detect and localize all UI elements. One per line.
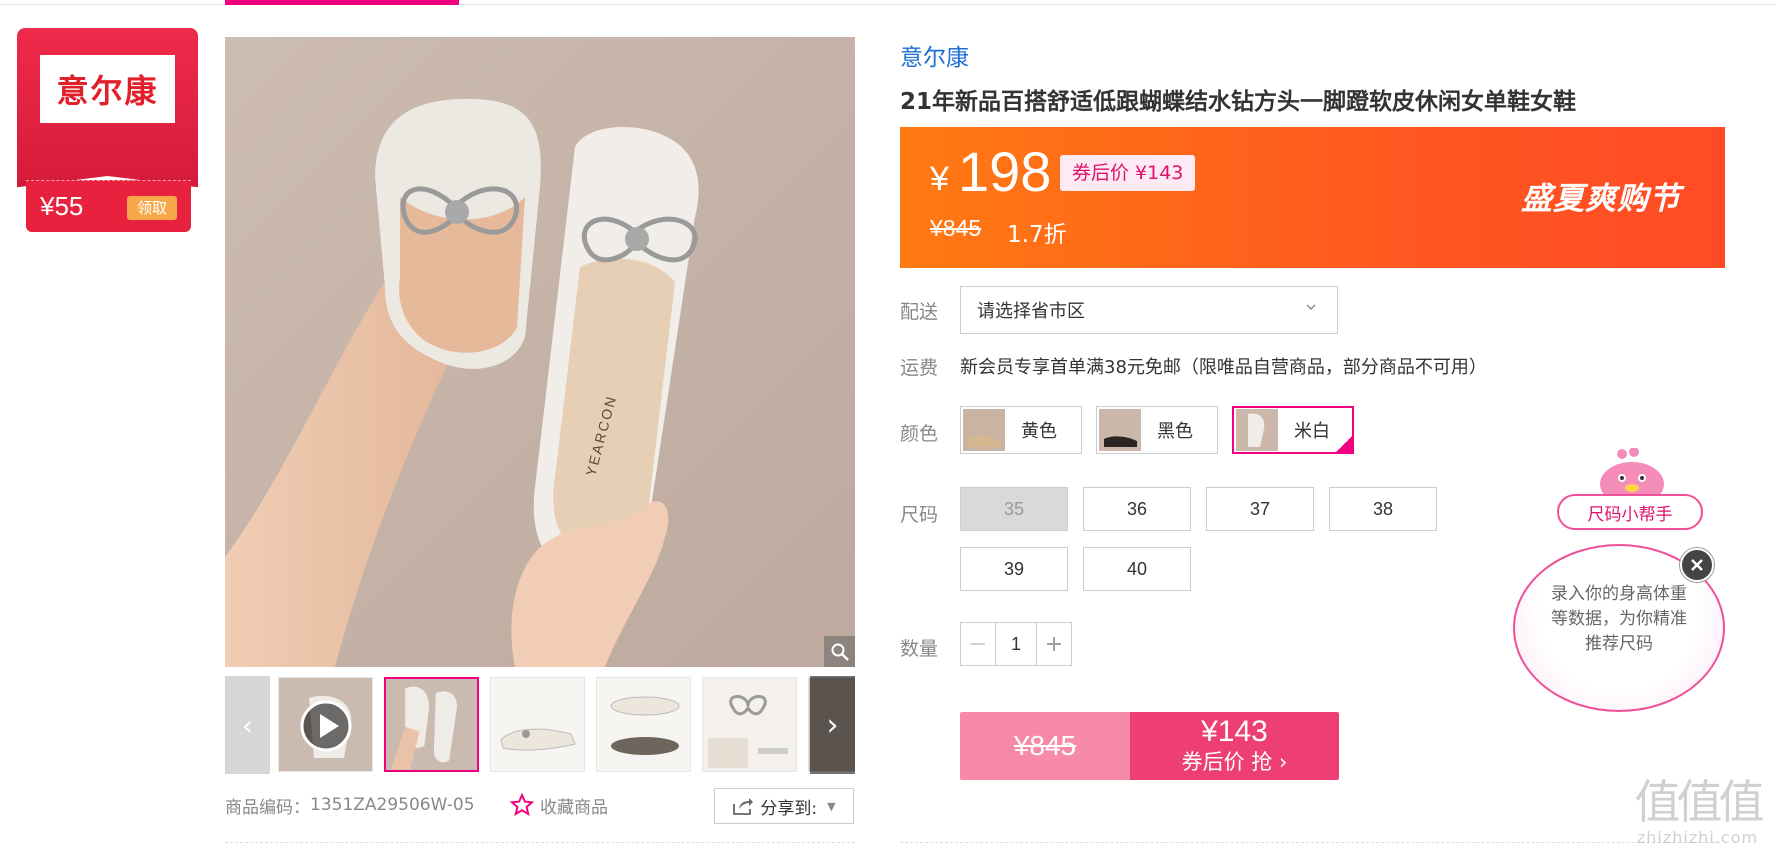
- quantity-minus-button[interactable]: −: [961, 623, 995, 665]
- region-select-value: 请选择省市区: [977, 301, 1085, 322]
- product-page: 意尔康 ¥55 领取 YEARCON ‹ › 商品编码： 1351ZA29506…: [0, 0, 1775, 863]
- original-price: ¥845: [930, 215, 982, 241]
- active-tab-indicator: [225, 0, 459, 5]
- shipping-label: 运费: [900, 357, 939, 379]
- delivery-label: 配送: [900, 301, 939, 323]
- coupon-value: ¥55: [40, 191, 84, 221]
- color-label: 颜色: [900, 423, 939, 445]
- right-bottom-divider: [900, 842, 1720, 843]
- thumbnail-top-bottom[interactable]: [596, 677, 691, 772]
- close-glyph: [1691, 559, 1703, 571]
- thumbnail-side-shoe-image: [491, 678, 584, 771]
- color-swatch-offwhite: [1236, 409, 1278, 451]
- size-option-37[interactable]: 37: [1206, 487, 1314, 531]
- brand-logo[interactable]: 意尔康: [40, 55, 175, 123]
- site-watermark: 值值值 zhizhizhi.com: [1625, 776, 1770, 856]
- magnifier-glyph: [831, 643, 849, 661]
- buy-with-coupon-button[interactable]: ¥845 ¥143 券后价 抢 ›: [960, 712, 1339, 780]
- star-icon: [510, 793, 534, 817]
- thumbnail-bow-detail-image: [703, 678, 796, 771]
- color-swatch-yellow: [963, 409, 1005, 451]
- brand-logo-text: 意尔康: [56, 72, 159, 110]
- watermark-logo: 值值值: [1634, 775, 1765, 829]
- quantity-plus-button[interactable]: +: [1037, 623, 1071, 665]
- buy-original-price: ¥845: [960, 712, 1130, 780]
- size-helper-button[interactable]: 尺码小帮手: [1557, 494, 1703, 530]
- share-dropdown[interactable]: 分享到: ▼: [714, 788, 854, 824]
- size-option-36[interactable]: 36: [1083, 487, 1191, 531]
- size-label: 尺码: [900, 504, 939, 526]
- color-option-black[interactable]: 黑色: [1096, 406, 1218, 454]
- buy-coupon-label: 券后价 抢 ›: [1181, 750, 1288, 774]
- size-option-39[interactable]: 39: [960, 547, 1068, 591]
- swatch-yellow-image: [963, 409, 1005, 451]
- left-bottom-divider: [225, 842, 855, 843]
- color-option-offwhite[interactable]: 米白: [1232, 406, 1354, 454]
- size-option-40[interactable]: 40: [1083, 547, 1191, 591]
- product-code-row: 商品编码： 1351ZA29506W-05: [225, 790, 475, 820]
- share-label: 分享到:: [760, 798, 818, 819]
- currency-symbol: ¥: [930, 160, 949, 198]
- region-select[interactable]: 请选择省市区: [960, 286, 1338, 334]
- brand-link[interactable]: 意尔康: [900, 38, 969, 72]
- quantity-stepper: − 1 +: [960, 622, 1072, 666]
- product-photo: YEARCON: [225, 37, 855, 667]
- size-option-35: 35: [960, 487, 1068, 531]
- product-code-value: 1351ZA29506W-05: [310, 795, 475, 815]
- favorite-label: 收藏商品: [540, 797, 608, 818]
- buy-coupon-section: ¥143 券后价 抢 ›: [1130, 712, 1339, 780]
- product-code-label: 商品编码：: [225, 797, 310, 818]
- buy-coupon-price: ¥143: [1201, 715, 1268, 748]
- thumbnail-video-image: [279, 678, 372, 771]
- zoom-icon[interactable]: [824, 636, 855, 667]
- quantity-value[interactable]: 1: [995, 623, 1037, 665]
- color-option-label: 黄色: [1021, 421, 1057, 442]
- thumbnail-video[interactable]: [278, 677, 373, 772]
- share-icon: [733, 798, 754, 815]
- swatch-black-image: [1099, 409, 1141, 451]
- color-option-label: 米白: [1294, 421, 1330, 442]
- size-helper-close-icon[interactable]: [1680, 548, 1714, 582]
- favorite-button[interactable]: 收藏商品: [510, 790, 608, 820]
- promo-name: 盛夏爽购节: [1521, 181, 1681, 217]
- thumbnail-prev-button[interactable]: ‹: [225, 676, 270, 774]
- brand-coupon[interactable]: ¥55 领取: [26, 180, 191, 232]
- price-banner: ¥ 198 券后价 ¥143 ¥845 1.7折 盛夏爽购节: [900, 127, 1725, 268]
- color-swatch-black: [1099, 409, 1141, 451]
- watermark-url: zhizhizhi.com: [1636, 828, 1759, 847]
- selected-check-icon: [1335, 435, 1353, 453]
- color-option-label: 黑色: [1157, 421, 1193, 442]
- shipping-text: 新会员专享首单满38元免邮（限唯品自营商品，部分商品不可用）: [960, 357, 1487, 378]
- claim-coupon-button[interactable]: 领取: [127, 196, 177, 220]
- color-option-yellow[interactable]: 黄色: [960, 406, 1082, 454]
- thumbnail-bow-detail[interactable]: [702, 677, 797, 772]
- after-coupon-tag: 券后价 ¥143: [1060, 155, 1196, 191]
- thumbnail-bow-shoes[interactable]: [384, 677, 479, 772]
- swatch-offwhite-image: [1236, 409, 1278, 451]
- size-helper-text: 录入你的身高体重等数据，为你精准推荐尺码: [1551, 584, 1687, 654]
- brand-badge: 意尔康: [17, 28, 198, 176]
- chevron-down-icon: [1306, 304, 1316, 311]
- thumbnail-bow-shoes-image: [386, 679, 477, 770]
- discount-rate: 1.7折: [1007, 222, 1067, 248]
- thumbnail-side-shoe[interactable]: [490, 677, 585, 772]
- product-title: 21年新品百搭舒适低跟蝴蝶结水钻方头一脚蹬软皮休闲女单鞋女鞋: [900, 89, 1577, 115]
- current-price: 198: [958, 140, 1052, 203]
- thumbnail-next-button[interactable]: ›: [810, 676, 855, 774]
- main-product-image[interactable]: YEARCON: [225, 37, 855, 667]
- caret-down-icon: ▼: [827, 799, 836, 813]
- thumbnail-top-bottom-image: [597, 678, 690, 771]
- quantity-label: 数量: [900, 638, 939, 660]
- thumbnail-strip: ‹ ›: [225, 676, 855, 774]
- size-option-38[interactable]: 38: [1329, 487, 1437, 531]
